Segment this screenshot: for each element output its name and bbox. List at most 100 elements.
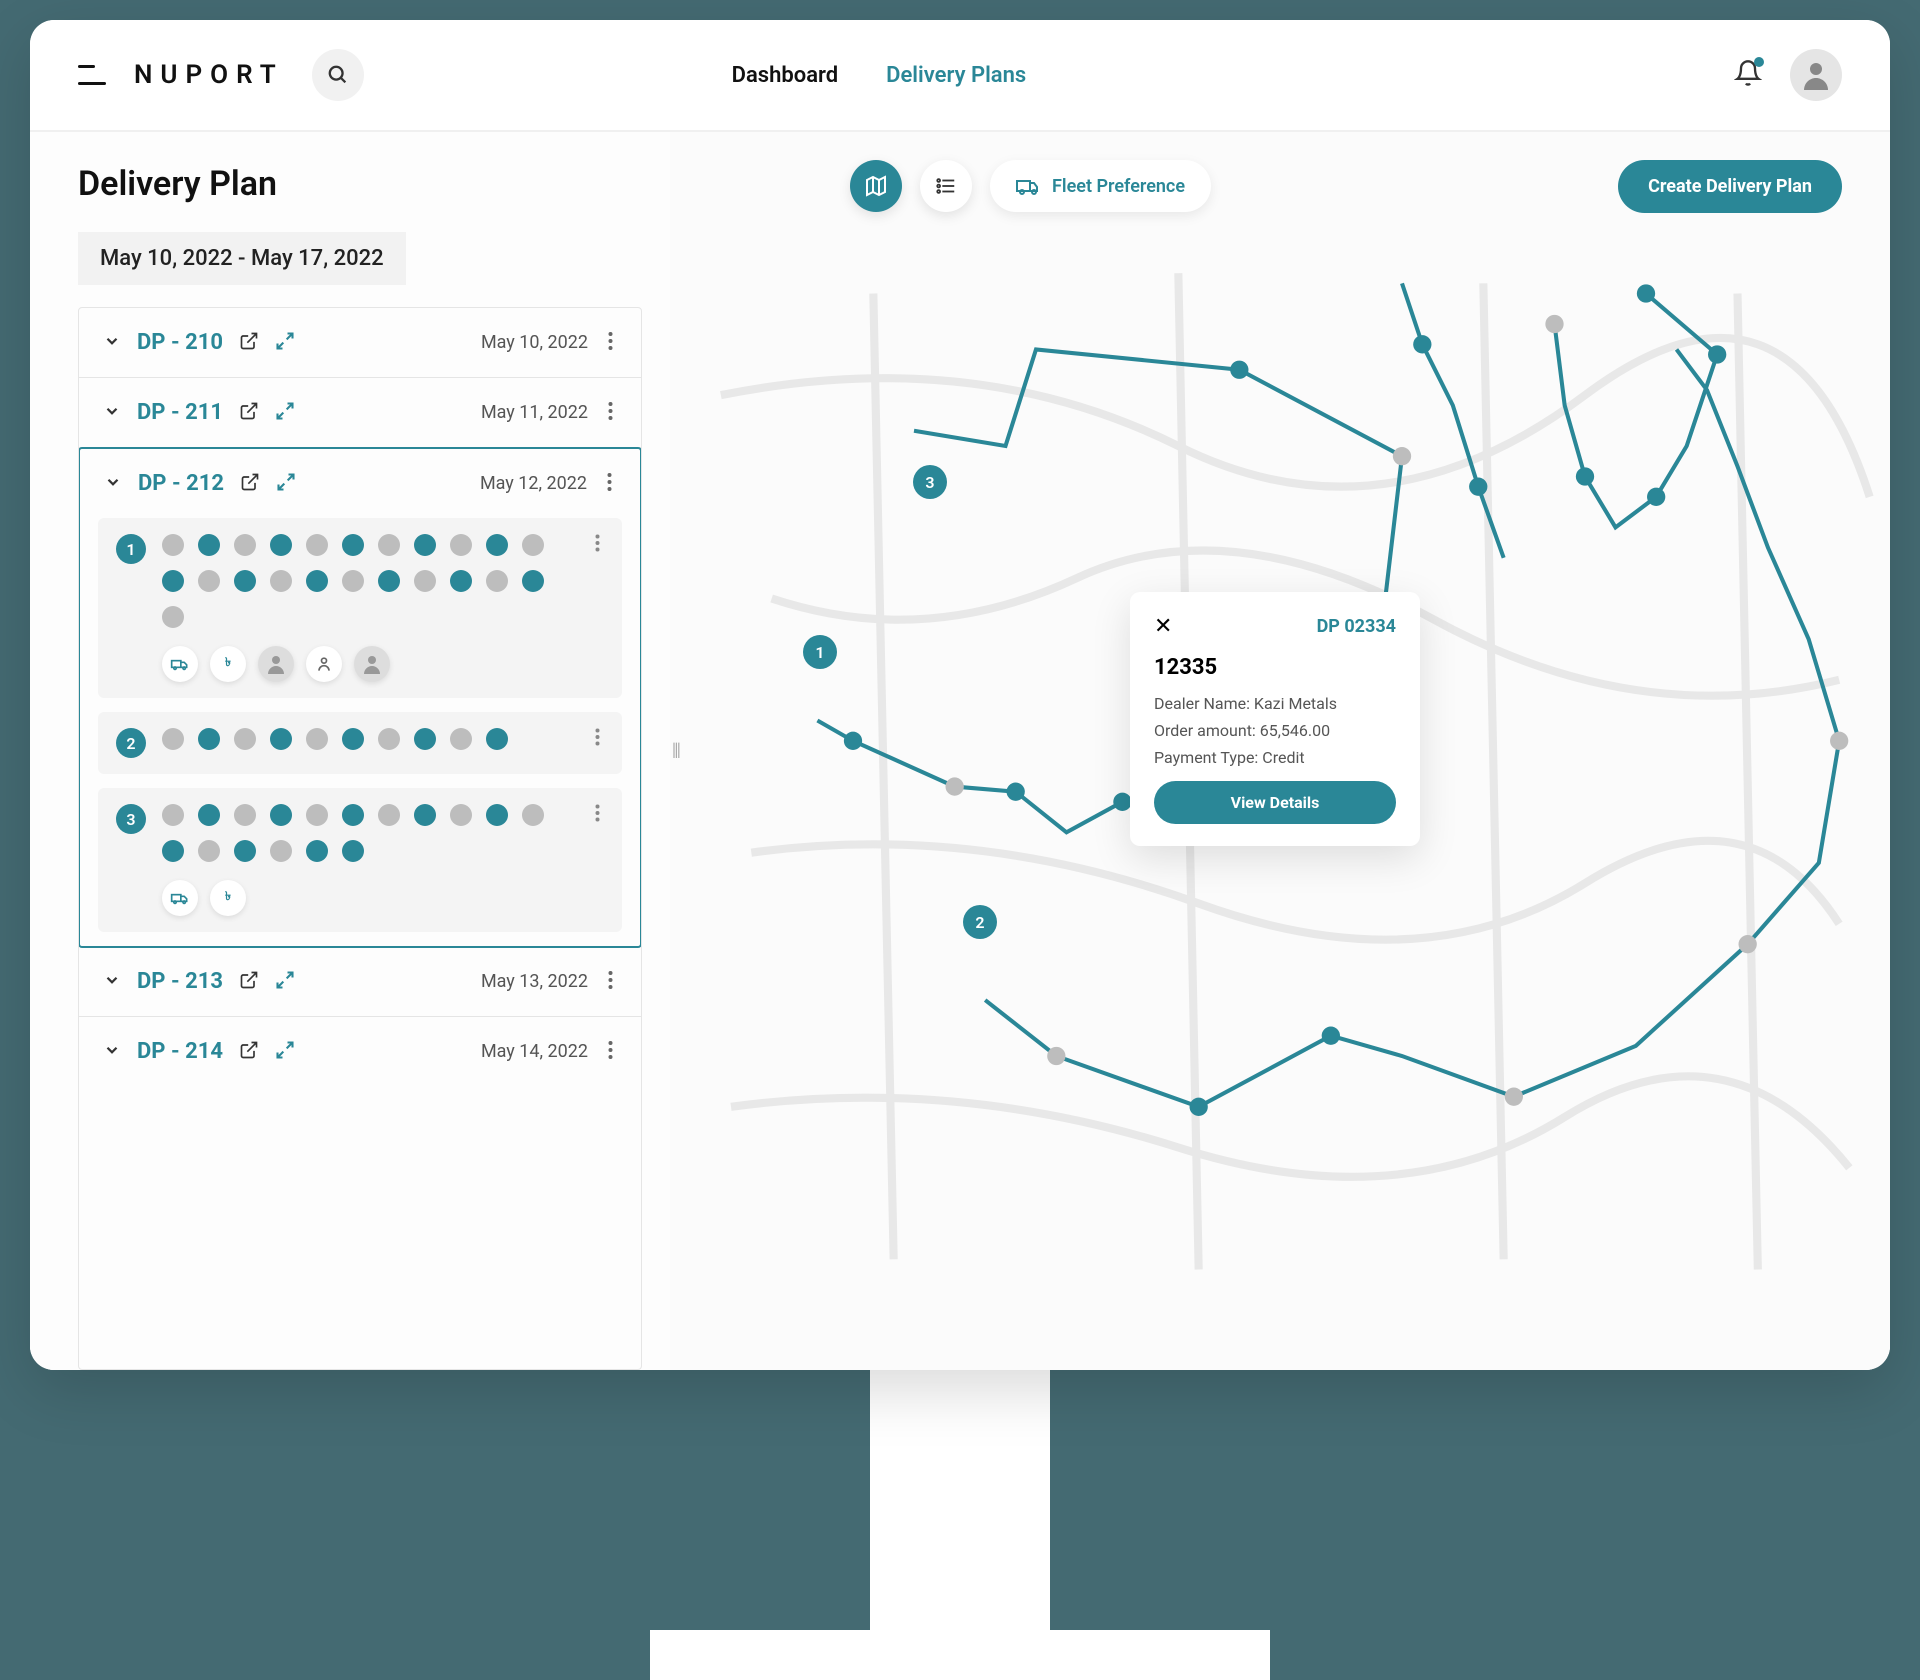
more-menu-icon[interactable] [591,534,604,556]
stop-dot[interactable] [342,534,364,556]
truck-20f-badge[interactable] [162,646,198,682]
external-link-icon[interactable] [239,1040,259,1064]
tab-dashboard[interactable]: Dashboard [732,63,838,88]
stop-dot[interactable] [198,570,220,592]
stop-dot[interactable] [270,804,292,826]
chevron-down-icon[interactable] [103,1041,121,1063]
map-marker[interactable]: 1 [803,635,837,669]
stop-dot[interactable] [162,606,184,628]
stop-dot[interactable] [234,570,256,592]
stop-dot[interactable] [270,728,292,750]
avatar-badge[interactable] [258,646,294,682]
expand-icon[interactable] [275,970,295,994]
stop-dot[interactable] [378,728,400,750]
create-delivery-plan-button[interactable]: Create Delivery Plan [1618,160,1842,213]
external-link-icon[interactable] [239,401,259,425]
map-marker[interactable]: 2 [963,905,997,939]
stop-dot[interactable] [450,534,472,556]
stop-dot[interactable] [306,840,328,862]
tab-delivery-plans[interactable]: Delivery Plans [886,63,1026,88]
stop-dot[interactable] [486,804,508,826]
stop-dot[interactable] [306,534,328,556]
more-menu-icon[interactable] [604,331,617,355]
more-menu-icon[interactable] [604,970,617,994]
map-view-button[interactable] [850,160,902,212]
more-menu-icon[interactable] [603,472,616,496]
plan-id-link[interactable]: DP - 213 [137,969,223,994]
stop-dot[interactable] [234,534,256,556]
chevron-down-icon[interactable] [104,473,122,495]
stop-dot[interactable] [270,570,292,592]
search-button[interactable] [312,49,364,101]
stop-dot[interactable] [162,728,184,750]
notifications-button[interactable] [1734,59,1762,91]
truck-13f-badge[interactable] [162,880,198,916]
stop-dot[interactable] [234,840,256,862]
stop-dot[interactable] [306,728,328,750]
stop-dot[interactable] [378,534,400,556]
stop-dot[interactable] [522,570,544,592]
plan-id-link[interactable]: DP - 214 [137,1039,223,1064]
stop-dot[interactable] [162,840,184,862]
expand-icon[interactable] [275,1040,295,1064]
hamburger-icon[interactable] [78,65,106,85]
plan-id-link[interactable]: DP - 211 [137,400,223,425]
stop-dot[interactable] [342,804,364,826]
stop-dot[interactable] [306,570,328,592]
chevron-down-icon[interactable] [103,402,121,424]
fleet-preference-button[interactable]: Fleet Preference [990,160,1211,212]
external-link-icon[interactable] [239,331,259,355]
stop-dot[interactable] [306,804,328,826]
stop-dot[interactable] [378,804,400,826]
stop-dot[interactable] [342,570,364,592]
avatar-badge[interactable] [354,646,390,682]
stop-dot[interactable] [522,534,544,556]
stop-dot[interactable] [198,804,220,826]
plan-id-link[interactable]: DP - 210 [137,330,223,355]
expand-icon[interactable] [275,401,295,425]
stop-dot[interactable] [450,804,472,826]
view-details-button[interactable]: View Details [1154,781,1396,824]
stop-dot[interactable] [414,534,436,556]
stop-dot[interactable] [198,728,220,750]
map-marker[interactable]: 3 [913,465,947,499]
stop-dot[interactable] [234,804,256,826]
close-icon[interactable]: ✕ [1154,614,1172,639]
stop-dot[interactable] [522,804,544,826]
stop-dot[interactable] [234,728,256,750]
stop-dot[interactable] [486,728,508,750]
stop-dot[interactable] [342,840,364,862]
more-menu-icon[interactable] [604,401,617,425]
currency-badge[interactable]: ৳ [210,880,246,916]
stop-dot[interactable] [378,570,400,592]
stop-dot[interactable] [162,570,184,592]
stop-dot[interactable] [198,840,220,862]
list-view-button[interactable] [920,160,972,212]
chevron-down-icon[interactable] [103,332,121,354]
stop-dot[interactable] [270,840,292,862]
user-avatar-button[interactable] [1790,49,1842,101]
chevron-down-icon[interactable] [103,971,121,993]
more-menu-icon[interactable] [591,728,604,750]
stop-dot[interactable] [414,570,436,592]
stop-dot[interactable] [414,728,436,750]
stop-dot[interactable] [162,804,184,826]
expand-icon[interactable] [276,472,296,496]
more-menu-icon[interactable] [604,1040,617,1064]
plan-id-link[interactable]: DP - 212 [138,471,224,496]
person-badge[interactable] [306,646,342,682]
stop-dot[interactable] [486,534,508,556]
stop-dot[interactable] [342,728,364,750]
external-link-icon[interactable] [239,970,259,994]
stop-dot[interactable] [450,728,472,750]
external-link-icon[interactable] [240,472,260,496]
stop-dot[interactable] [198,534,220,556]
date-range-chip[interactable]: May 10, 2022 - May 17, 2022 [78,232,406,285]
more-menu-icon[interactable] [591,804,604,826]
stop-dot[interactable] [162,534,184,556]
stop-dot[interactable] [450,570,472,592]
stop-dot[interactable] [414,804,436,826]
stop-dot[interactable] [270,534,292,556]
stop-dot[interactable] [486,570,508,592]
currency-badge[interactable]: ৳ [210,646,246,682]
